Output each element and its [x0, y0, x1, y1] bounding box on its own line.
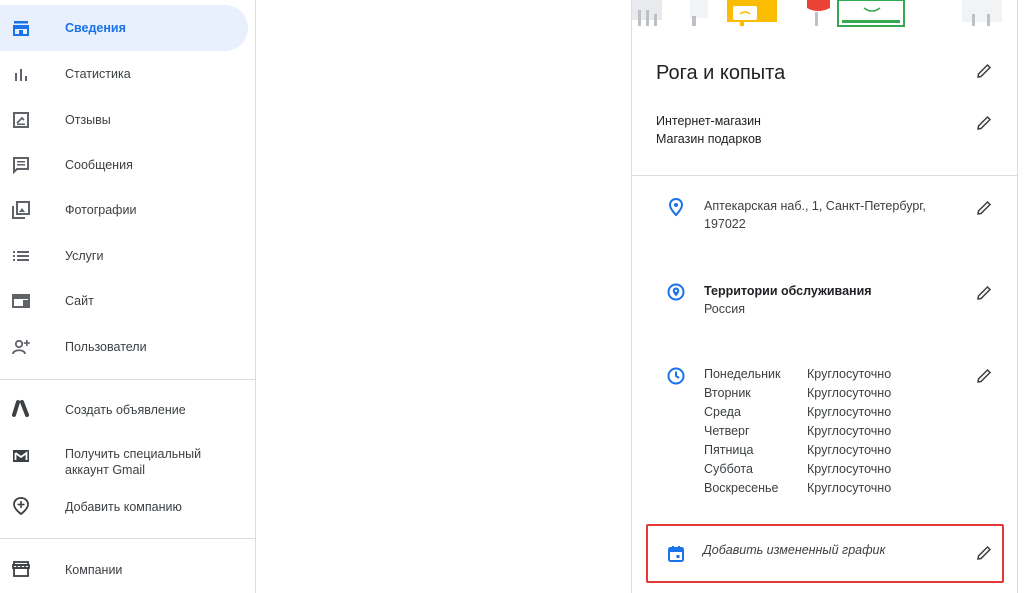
sidebar-item-label: Сведения — [65, 21, 126, 35]
hours-row: Пятница Круглосуточно — [704, 441, 891, 460]
storefront-icon — [11, 18, 31, 38]
sidebar-item-reviews[interactable]: Отзывы — [0, 104, 248, 136]
opening-hours: Понедельник Круглосуточно Вторник Круглосу… — [704, 365, 891, 498]
hours-day: Понедельник — [704, 367, 781, 381]
sidebar-item-businesses[interactable]: Компании — [0, 553, 248, 585]
hours-day: Суббота — [704, 462, 753, 476]
sidebar: Сведения Статистика Отзывы Сообщения Фот… — [0, 0, 256, 593]
hours-day: Четверг — [704, 424, 750, 438]
sidebar-item-label: Фотографии — [65, 203, 137, 217]
edit-name-pencil-icon[interactable] — [975, 62, 993, 80]
hours-row: Вторник Круглосуточно — [704, 384, 891, 403]
edit-category-pencil-icon[interactable] — [975, 114, 993, 132]
sidebar-item-info[interactable]: Сведения — [0, 5, 248, 51]
sidebar-item-label: Сообщения — [65, 158, 133, 172]
category-primary: Интернет-магазин — [656, 114, 761, 128]
sidebar-divider — [0, 379, 256, 380]
hours-time: Круглосуточно — [807, 424, 892, 438]
sidebar-item-label: Отзывы — [65, 113, 111, 127]
google-ads-icon — [11, 399, 31, 419]
sidebar-item-messages[interactable]: Сообщения — [0, 149, 248, 181]
hours-row: Воскресенье Круглосуточно — [704, 479, 891, 498]
sidebar-item-label: Получить специальный аккаунт Gmail — [65, 447, 202, 477]
hours-row: Четверг Круглосуточно — [704, 422, 891, 441]
cover-illustration — [632, 0, 1017, 38]
hours-time: Круглосуточно — [807, 481, 892, 495]
edit-address-pencil-icon[interactable] — [975, 199, 993, 217]
message-icon — [11, 155, 31, 175]
hours-day: Пятница — [704, 443, 754, 457]
bar-chart-icon — [11, 64, 31, 84]
gmail-icon — [11, 446, 31, 466]
hours-time: Круглосуточно — [807, 443, 892, 457]
sidebar-item-add-business[interactable]: Добавить компанию — [0, 490, 248, 522]
sidebar-item-create-ad[interactable]: Создать объявление — [0, 393, 248, 425]
service-area-value: Россия — [704, 302, 745, 316]
address-text: Аптекарская наб., 1, Санкт-Петербург, 19… — [704, 199, 926, 231]
business-info-panel: Рога и копыта Интернет-магазин Магазин п… — [631, 0, 1018, 593]
location-pin-icon — [666, 197, 686, 217]
sidebar-item-statistics[interactable]: Статистика — [0, 58, 248, 90]
hours-day: Среда — [704, 405, 741, 419]
business-name: Рога и копыта — [656, 62, 786, 84]
sidebar-item-label: Сайт — [65, 294, 94, 308]
sidebar-item-label: Статистика — [65, 67, 131, 81]
sidebar-item-label: Добавить компанию — [65, 500, 182, 514]
hours-day: Вторник — [704, 386, 751, 400]
sidebar-item-label: Создать объявление — [65, 403, 186, 417]
sidebar-item-users[interactable]: Пользователи — [0, 331, 248, 363]
edit-service-area-pencil-icon[interactable] — [975, 284, 993, 302]
hours-time: Круглосуточно — [807, 386, 892, 400]
hours-row: Понедельник Круглосуточно — [704, 365, 891, 384]
hours-row: Среда Круглосуточно — [704, 403, 891, 422]
service-area-title: Территории обслуживания — [704, 284, 872, 298]
add-location-icon — [11, 496, 31, 516]
service-area-icon — [666, 282, 686, 302]
sidebar-item-gmail[interactable]: Получить специальный аккаунт Gmail — [0, 440, 248, 484]
sidebar-item-label: Услуги — [65, 249, 104, 263]
businesses-icon — [11, 559, 31, 579]
list-icon — [11, 246, 31, 266]
hours-time: Круглосуточно — [807, 367, 892, 381]
hours-day: Воскресенье — [704, 481, 779, 495]
edit-hours-pencil-icon[interactable] — [975, 367, 993, 385]
category-secondary: Магазин подарков — [656, 132, 762, 146]
reviews-icon — [11, 110, 31, 130]
special-hours-highlight-box — [646, 524, 1004, 583]
hours-row: Суббота Круглосуточно — [704, 460, 891, 479]
sidebar-item-services[interactable]: Услуги — [0, 240, 248, 272]
sidebar-item-website[interactable]: Сайт — [0, 285, 248, 317]
add-user-icon — [11, 337, 31, 357]
sidebar-divider — [0, 538, 256, 539]
section-divider — [632, 175, 1017, 176]
hours-time: Круглосуточно — [807, 462, 892, 476]
photo-library-icon — [11, 200, 31, 220]
website-icon — [11, 291, 31, 311]
sidebar-item-label: Пользователи — [65, 340, 147, 354]
hours-time: Круглосуточно — [807, 405, 892, 419]
clock-icon — [666, 366, 686, 386]
sidebar-item-photos[interactable]: Фотографии — [0, 194, 248, 226]
sidebar-item-label: Компании — [65, 563, 123, 577]
